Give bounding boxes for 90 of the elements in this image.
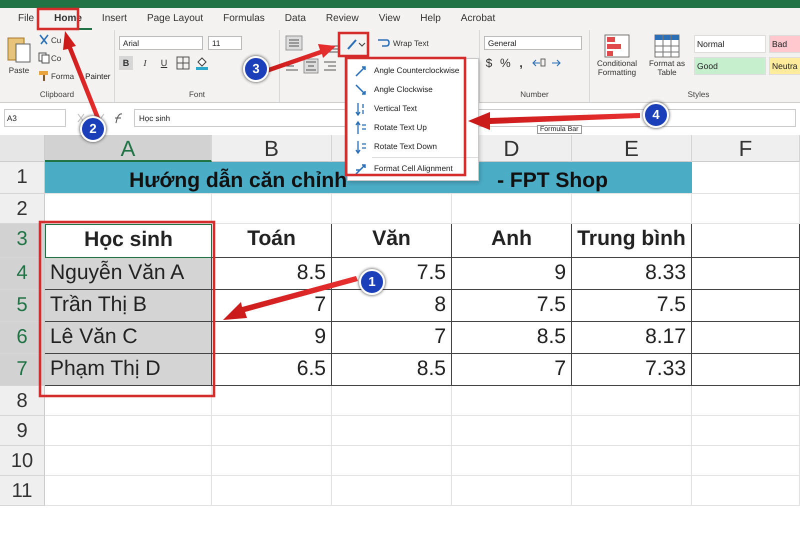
group-label: Clipboard xyxy=(38,90,76,101)
table-cell: 8.17 xyxy=(572,322,692,354)
number-format-field[interactable]: General xyxy=(484,36,582,50)
row-header[interactable]: 1 xyxy=(0,162,45,194)
row-header[interactable]: 10 xyxy=(0,446,45,476)
group-label: Number xyxy=(519,90,550,101)
underline-button[interactable]: U xyxy=(157,56,171,70)
row-header[interactable]: 5 xyxy=(0,290,45,322)
cell-style-item[interactable]: Neutra xyxy=(769,57,800,75)
ribbon-tab[interactable]: File xyxy=(8,8,44,30)
ribbon-tab[interactable]: View xyxy=(368,8,410,30)
format-as-table-button[interactable]: Format as Table xyxy=(644,32,690,80)
step-badge: 1 xyxy=(359,269,385,295)
sheet-title-text: - FPT Shop xyxy=(497,168,608,193)
table-cell: 7 xyxy=(332,322,452,354)
table-cell: 8.33 xyxy=(572,258,692,290)
group-label: Font xyxy=(188,90,206,101)
table-cell: 7 xyxy=(452,354,572,386)
ribbon-tab[interactable]: Acrobat xyxy=(450,8,506,30)
italic-button[interactable]: I xyxy=(138,56,152,70)
ribbon-tab[interactable]: Data xyxy=(274,8,316,30)
scissors-icon xyxy=(38,34,50,46)
ribbon-tab[interactable]: Formulas xyxy=(213,8,275,30)
column-header[interactable]: A xyxy=(45,135,212,162)
row-header[interactable]: 8 xyxy=(0,386,45,416)
row-header[interactable]: 2 xyxy=(0,194,45,224)
row-header[interactable]: 7 xyxy=(0,354,45,386)
ribbon-tab[interactable]: Review xyxy=(316,8,369,30)
format-painter-button[interactable]: Forma xyxy=(38,68,74,84)
table-cell: Học sinh xyxy=(45,224,212,258)
font-name-field[interactable]: Arial xyxy=(119,36,203,50)
group-label: Styles xyxy=(686,90,710,101)
menu-item[interactable]: Angle Counterclockwise xyxy=(348,61,478,80)
menu-item[interactable]: Format Cell Alignment xyxy=(348,159,478,178)
bar-grid-icon xyxy=(604,34,630,58)
comma-style-button[interactable]: , xyxy=(516,56,526,70)
row-header[interactable]: 6 xyxy=(0,322,45,354)
bold-button[interactable]: B xyxy=(119,56,133,70)
table-cell: 8.5 xyxy=(452,322,572,354)
table-cell: 9 xyxy=(212,322,332,354)
paste-button[interactable]: Paste xyxy=(4,32,34,77)
row-header[interactable]: 11 xyxy=(0,476,45,506)
percent-button[interactable]: % xyxy=(500,56,510,70)
row-header[interactable]: 9 xyxy=(0,416,45,446)
table-cell: Anh xyxy=(452,224,572,258)
font-size-field[interactable]: 11 xyxy=(208,36,242,50)
button-label: Painter xyxy=(85,70,110,82)
sheet-title-text: Hướng dẫn căn chỉnh xyxy=(129,168,348,193)
cell-style-item[interactable]: Bad xyxy=(769,35,800,53)
orientation-ccw-icon xyxy=(354,64,368,78)
table-cell: Phạm Thị D xyxy=(45,354,212,386)
column-header[interactable]: B xyxy=(212,135,332,162)
borders-icon[interactable] xyxy=(176,56,190,70)
column-header[interactable]: F xyxy=(692,135,800,162)
table-cell: 7.33 xyxy=(572,354,692,386)
orientation-cw-icon xyxy=(354,82,368,96)
table-cell: 7.5 xyxy=(452,290,572,322)
currency-button[interactable]: $ xyxy=(484,56,494,70)
table-cell: Trần Thị B xyxy=(45,290,212,322)
fill-color-icon[interactable] xyxy=(195,56,209,70)
wrap-text-button[interactable]: Wrap Text xyxy=(376,35,429,51)
table-cell: 8.5 xyxy=(332,354,452,386)
table-cell: 9 xyxy=(452,258,572,290)
table-cell: Trung bình xyxy=(572,224,692,258)
column-header[interactable]: E xyxy=(572,135,692,162)
step-badge: 4 xyxy=(643,102,669,128)
conditional-formatting-button[interactable]: Conditional Formatting xyxy=(594,32,640,80)
orientation-up-icon xyxy=(354,120,368,134)
ribbon-tab[interactable]: Page Layout xyxy=(136,8,214,30)
copy-icon xyxy=(38,52,50,64)
ribbon-tab[interactable]: Help xyxy=(410,8,451,30)
cell-style-item[interactable]: Good xyxy=(694,57,766,75)
table-cell: Văn xyxy=(332,224,452,258)
table-cell: Toán xyxy=(212,224,332,258)
slanted-arrow-icon xyxy=(346,37,366,51)
row-header[interactable]: 4 xyxy=(0,258,45,290)
orientation-down-icon xyxy=(354,140,368,154)
menu-item[interactable]: Angle Clockwise xyxy=(348,80,478,99)
cell-style-item[interactable]: Normal xyxy=(694,35,766,53)
cut-button[interactable]: Cu xyxy=(38,32,110,48)
table-icon xyxy=(654,34,680,58)
row-header[interactable]: 3 xyxy=(0,224,45,258)
table-cell: 6.5 xyxy=(212,354,332,386)
table-cell: 7.5 xyxy=(572,290,692,322)
brush-icon xyxy=(38,70,50,82)
table-cell: Nguyễn Văn A xyxy=(45,258,212,290)
name-box[interactable]: A3 xyxy=(4,109,66,127)
table-cell: Lê Văn C xyxy=(45,322,212,354)
orientation-format-icon xyxy=(354,162,368,176)
ribbon-tab[interactable]: Insert xyxy=(92,8,137,30)
